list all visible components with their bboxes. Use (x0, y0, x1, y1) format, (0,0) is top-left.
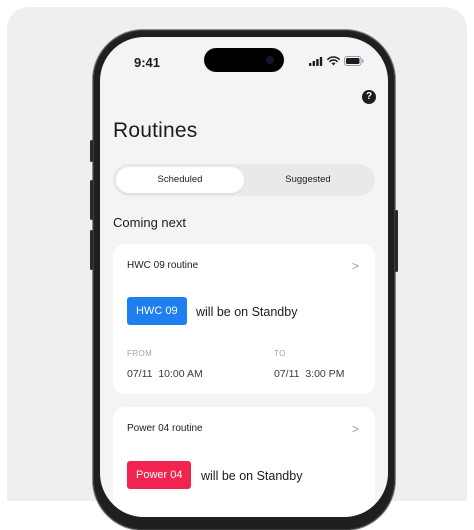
page-title: Routines (113, 119, 198, 142)
wifi-icon (327, 56, 340, 66)
status-icons (309, 56, 364, 66)
device-badge: Power 04 (127, 461, 192, 489)
routine-status-text: will be on Standby (201, 469, 303, 483)
routine-status-text: will be on Standby (196, 305, 298, 319)
chevron-right-icon: > (351, 259, 359, 273)
to-label: TO (274, 349, 286, 358)
from-value: 07/11 10:00 AM (127, 368, 203, 380)
chevron-right-icon: > (351, 422, 359, 436)
battery-icon (344, 56, 364, 66)
to-value: 07/11 3:00 PM (274, 368, 345, 380)
dynamic-island (204, 48, 284, 72)
power-button (395, 210, 398, 272)
help-icon[interactable]: ? (362, 90, 376, 104)
tab-suggested[interactable]: Suggested (244, 167, 372, 193)
action-button (90, 140, 93, 162)
tab-scheduled[interactable]: Scheduled (116, 167, 244, 193)
device-badge: HWC 09 (127, 297, 187, 325)
volume-down-button (90, 230, 93, 270)
volume-up-button (90, 180, 93, 220)
cellular-signal-icon (309, 56, 323, 66)
routine-card-hwc-09[interactable]: HWC 09 routine > HWC 09 will be on Stand… (113, 244, 375, 394)
routine-name: Power 04 routine (127, 423, 203, 434)
routine-tabs: Scheduled Suggested (113, 164, 375, 196)
phone-screen: 9:41 ? Routines Scheduled Suggested Comi… (100, 37, 388, 517)
section-title: Coming next (113, 215, 186, 230)
camera-icon (266, 56, 274, 64)
status-time: 9:41 (134, 55, 161, 70)
from-label: FROM (127, 349, 153, 358)
routine-name: HWC 09 routine (127, 260, 199, 271)
